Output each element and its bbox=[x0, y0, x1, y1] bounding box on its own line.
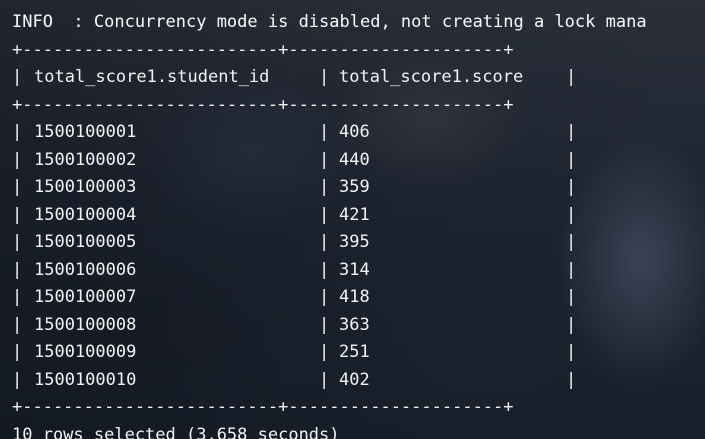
table-separator-header: +-------------------------+-------------… bbox=[12, 94, 514, 115]
table-border-left: | bbox=[12, 287, 23, 307]
table-row: | 1500100010 | 402 | bbox=[12, 367, 705, 395]
table-border-left: | bbox=[12, 177, 23, 197]
table-border-middle: | bbox=[319, 342, 330, 362]
table-row: | 1500100008 | 363 | bbox=[12, 312, 705, 340]
table-border-right: | bbox=[566, 342, 577, 362]
header-student-id: total_score1.student_id bbox=[34, 67, 270, 87]
header-score: total_score1.score bbox=[339, 67, 524, 87]
table-row: | 1500100007 | 418 | bbox=[12, 284, 705, 312]
table-border-left: | bbox=[12, 259, 23, 280]
student-id-cell: 1500100009 bbox=[34, 342, 137, 362]
student-id-cell: 1500100008 bbox=[34, 314, 137, 335]
student-id-cell: 1500100003 bbox=[34, 177, 137, 197]
table-header-row: | total_score1.student_id | total_score1… bbox=[12, 64, 705, 92]
table-border-middle: | bbox=[319, 369, 330, 390]
table-border-left: | bbox=[12, 149, 23, 170]
table-border-middle: | bbox=[319, 232, 330, 252]
student-id-cell: 1500100004 bbox=[34, 204, 137, 225]
score-cell: 421 bbox=[339, 204, 370, 225]
table-border-right: | bbox=[566, 232, 577, 252]
table-row: | 1500100004 | 421 | bbox=[12, 202, 705, 230]
score-cell: 314 bbox=[339, 259, 370, 280]
table-border-right: | bbox=[566, 149, 577, 170]
table-row: | 1500100006 | 314 | bbox=[12, 257, 705, 285]
query-status-line: 10 rows selected (3.658 seconds) bbox=[12, 424, 340, 439]
table-border-left: | bbox=[12, 342, 23, 362]
table-border-middle: | bbox=[319, 149, 330, 170]
score-cell: 406 bbox=[339, 122, 370, 142]
table-border-right: | bbox=[566, 369, 577, 390]
score-cell: 251 bbox=[339, 342, 370, 362]
score-cell: 418 bbox=[339, 287, 370, 307]
table-row: | 1500100003 | 359 | bbox=[12, 174, 705, 202]
terminal-output[interactable]: INFO : Concurrency mode is disabled, not… bbox=[12, 9, 705, 439]
table-border-left: | bbox=[12, 204, 23, 225]
table-row: | 1500100002 | 440 | bbox=[12, 147, 705, 175]
score-cell: 440 bbox=[339, 149, 370, 170]
table-border-right: | bbox=[566, 204, 577, 225]
table-separator-bottom: +-------------------------+-------------… bbox=[12, 397, 514, 417]
table-border-left: | bbox=[12, 122, 23, 142]
table-border-right: | bbox=[566, 314, 577, 335]
table-border-middle: | bbox=[319, 314, 330, 335]
score-cell: 359 bbox=[339, 177, 370, 197]
student-id-cell: 1500100002 bbox=[34, 149, 137, 170]
student-id-cell: 1500100010 bbox=[34, 369, 137, 390]
table-border-middle: | bbox=[319, 259, 330, 280]
table-body: | 1500100001 | 406 | | 1500100002 | 440 … bbox=[12, 119, 705, 394]
table-border-middle: | bbox=[319, 287, 330, 307]
table-row: | 1500100009 | 251 | bbox=[12, 339, 705, 367]
student-id-cell: 1500100005 bbox=[34, 232, 137, 252]
table-border-middle: | bbox=[319, 67, 330, 87]
student-id-cell: 1500100007 bbox=[34, 287, 137, 307]
table-border-middle: | bbox=[319, 122, 330, 142]
table-border-left: | bbox=[12, 67, 23, 87]
score-cell: 402 bbox=[339, 369, 370, 390]
table-border-right: | bbox=[566, 259, 577, 280]
student-id-cell: 1500100006 bbox=[34, 259, 137, 280]
table-border-left: | bbox=[12, 369, 23, 390]
table-border-right: | bbox=[566, 67, 577, 87]
table-border-right: | bbox=[566, 122, 577, 142]
table-row: | 1500100001 | 406 | bbox=[12, 119, 705, 147]
student-id-cell: 1500100001 bbox=[34, 122, 137, 142]
table-border-right: | bbox=[566, 287, 577, 307]
table-border-right: | bbox=[566, 177, 577, 197]
table-border-left: | bbox=[12, 314, 23, 335]
score-cell: 395 bbox=[339, 232, 370, 252]
score-cell: 363 bbox=[339, 314, 370, 335]
info-line: INFO : Concurrency mode is disabled, not… bbox=[12, 12, 647, 32]
table-separator-top: +-------------------------+-------------… bbox=[12, 39, 514, 60]
table-border-middle: | bbox=[319, 177, 330, 197]
table-border-middle: | bbox=[319, 204, 330, 225]
table-border-left: | bbox=[12, 232, 23, 252]
table-row: | 1500100005 | 395 | bbox=[12, 229, 705, 257]
